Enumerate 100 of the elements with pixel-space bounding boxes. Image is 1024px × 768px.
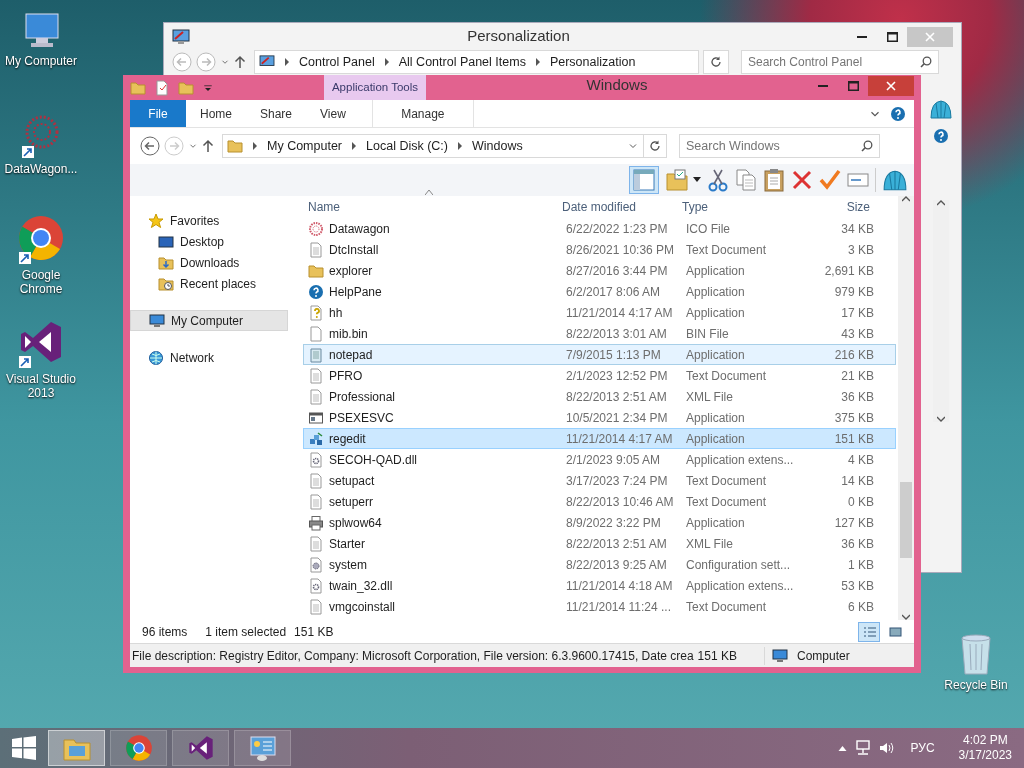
file-name: setupact	[329, 472, 375, 490]
refresh-button[interactable]	[703, 50, 729, 74]
file-row[interactable]: setupact 3/17/2023 7:24 PM Text Document 14 KB	[303, 470, 896, 491]
speaker-icon[interactable]	[878, 740, 895, 756]
view-toggle-button[interactable]	[858, 621, 880, 642]
breadcrumb-item[interactable]: My Computer	[267, 136, 343, 156]
ribbon-tab[interactable]: Share	[246, 100, 307, 127]
navigation-item[interactable]: Desktop	[130, 231, 300, 252]
start-button-icon[interactable]	[11, 735, 37, 761]
close-button[interactable]	[868, 76, 914, 96]
scissors-icon[interactable]	[707, 168, 729, 192]
file-name: twain_32.dll	[329, 577, 393, 595]
column-header[interactable]: Name	[308, 198, 340, 216]
scroll-up-icon[interactable]	[937, 200, 945, 206]
close-icon	[925, 31, 935, 42]
show-hidden-icons-icon[interactable]	[837, 745, 847, 751]
file-size: 6 KB	[848, 599, 874, 614]
breadcrumb-item[interactable]: Control Panel	[299, 52, 375, 72]
clock-date[interactable]: 3/17/2023	[958, 748, 1012, 763]
desktop-icon-label[interactable]: Visual Studio 2013	[0, 372, 82, 400]
copy-icon[interactable]	[735, 168, 757, 192]
scroll-up-icon[interactable]	[902, 196, 910, 202]
address-bar[interactable]: Control Panel All Control Panel Items Personalization	[254, 50, 699, 74]
file-row[interactable]: PFRO 2/1/2023 12:52 PM Text Document 21 KB	[303, 365, 896, 386]
search-field[interactable]: Search Windows	[679, 134, 880, 158]
properties-icon[interactable]	[154, 80, 170, 96]
file-name: hh	[329, 304, 343, 322]
checkmark-icon[interactable]	[819, 168, 841, 192]
file-row[interactable]: notepad 7/9/2015 1:13 PM Application 216 KB	[303, 344, 896, 365]
back-icon	[172, 52, 192, 72]
file-row[interactable]: PSEXESVC 10/5/2021 2:34 PM Application 375 KB	[303, 407, 896, 428]
file-row[interactable]: explorer 8/27/2016 3:44 PM Application 2,691 KB	[303, 260, 896, 281]
ribbon-tab[interactable]: Manage	[371, 100, 474, 127]
navigation-item[interactable]: Favorites	[130, 210, 300, 231]
taskbar-button[interactable]	[172, 730, 229, 766]
navigation-item[interactable]: Recent places	[130, 273, 300, 294]
desktop-icon-label[interactable]: Google Chrome	[0, 268, 82, 296]
file-row[interactable]: Datawagon 6/22/2022 1:23 PM ICO File 34 KB	[303, 218, 896, 239]
address-bar[interactable]: My Computer Local Disk (C:) Windows	[222, 134, 644, 158]
file-row[interactable]: Starter 8/22/2013 2:51 AM XML File 36 KB	[303, 533, 896, 554]
column-header[interactable]: Type	[682, 200, 708, 214]
file-row[interactable]: hh 11/21/2014 4:17 AM Application 17 KB	[303, 302, 896, 323]
file-name: vmgcoinstall	[329, 598, 396, 616]
file-row[interactable]: system 8/22/2013 9:25 AM Configuration sett... 1 KB	[303, 554, 896, 575]
file-size: 34 KB	[841, 221, 874, 236]
scroll-down-icon[interactable]	[937, 416, 945, 422]
file-row[interactable]: regedit 11/21/2014 4:17 AM Application 151 KB	[303, 428, 896, 449]
printer-icon	[308, 514, 324, 531]
file-row[interactable]: setuperr 8/22/2013 10:46 AM Text Document 0 KB	[303, 491, 896, 512]
desktop-icon-label[interactable]: DataWagon...	[4, 162, 78, 176]
delete-icon[interactable]	[791, 168, 813, 192]
file-row[interactable]: DtcInstall 8/26/2021 10:36 PM Text Document 3 KB	[303, 239, 896, 260]
file-row[interactable]: vmgcoinstall 11/21/2014 11:24 ... Text Document 6 KB	[303, 596, 896, 617]
file-name: system	[329, 556, 367, 574]
column-header[interactable]: Date modified	[562, 200, 637, 214]
date-modified: 8/22/2013 3:01 AM	[566, 326, 667, 341]
ribbon-tab[interactable]: Home	[186, 100, 246, 127]
clock-time[interactable]: 4:02 PM	[962, 733, 1008, 748]
file-row[interactable]: splwow64 8/9/2022 3:22 PM Application 127 KB	[303, 512, 896, 533]
file-tab[interactable]: File	[130, 100, 186, 127]
file-size: 375 KB	[834, 410, 874, 425]
navigation-item[interactable]: My Computer	[130, 310, 288, 331]
file-row[interactable]: SECOH-QAD.dll 2/1/2023 9:05 AM Application extens... 4 KB	[303, 449, 896, 470]
scroll-thumb[interactable]	[900, 482, 912, 558]
file-size: 216 KB	[834, 347, 874, 362]
navigation-item[interactable]: Downloads	[130, 252, 300, 273]
file-type: XML File	[686, 536, 733, 551]
file-row[interactable]: Professional 8/22/2013 2:51 AM XML File 36 KB	[303, 386, 896, 407]
document-icon	[308, 535, 324, 552]
date-modified: 6/2/2017 8:06 AM	[566, 284, 661, 299]
file-type: Text Document	[686, 368, 767, 383]
file-row[interactable]: twain_32.dll 11/21/2014 4:18 AM Application extens... 53 KB	[303, 575, 896, 596]
breadcrumb-item[interactable]: Windows	[472, 136, 523, 156]
column-header[interactable]: Size	[846, 200, 870, 214]
breadcrumb-item[interactable]: All Control Panel Items	[398, 52, 526, 72]
file-row[interactable]: mib.bin 8/22/2013 3:01 AM BIN File 43 KB	[303, 323, 896, 344]
dropdown-icon[interactable]	[693, 177, 701, 183]
desktop-icon-label[interactable]: My Computer	[5, 54, 77, 68]
scrollbar[interactable]	[898, 196, 914, 620]
refresh-button[interactable]	[643, 134, 667, 158]
navigation-item[interactable]: Network	[130, 347, 300, 368]
file-size: 4 KB	[848, 452, 874, 467]
maximize-icon	[886, 31, 898, 42]
preview-pane-button[interactable]	[629, 166, 659, 194]
breadcrumb-item[interactable]: Local Disk (C:)	[366, 136, 448, 156]
file-description: File description: Registry Editor, Company: Microsoft Corporation, File version: 6.3.9600.17415, Date crea	[132, 647, 694, 665]
clipboard-icon[interactable]	[763, 168, 785, 192]
network-icon[interactable]	[854, 740, 871, 756]
file-row[interactable]: HelpPane 6/2/2017 8:06 AM Application 979 KB	[303, 281, 896, 302]
control-panel-icon	[247, 734, 278, 762]
file-name: setuperr	[329, 493, 374, 511]
shell-icon[interactable]	[882, 168, 908, 192]
search-field[interactable]: Search Control Panel	[741, 50, 939, 74]
ribbon-tab[interactable]: View	[306, 100, 360, 127]
folder-checklist-icon[interactable]	[665, 168, 689, 192]
input-language[interactable]: РУС	[910, 739, 935, 757]
window-title: Windows	[586, 75, 648, 93]
breadcrumb-item[interactable]: Personalization	[549, 52, 636, 72]
scroll-down-icon[interactable]	[902, 614, 910, 620]
details-size: 151 KB	[697, 647, 737, 665]
